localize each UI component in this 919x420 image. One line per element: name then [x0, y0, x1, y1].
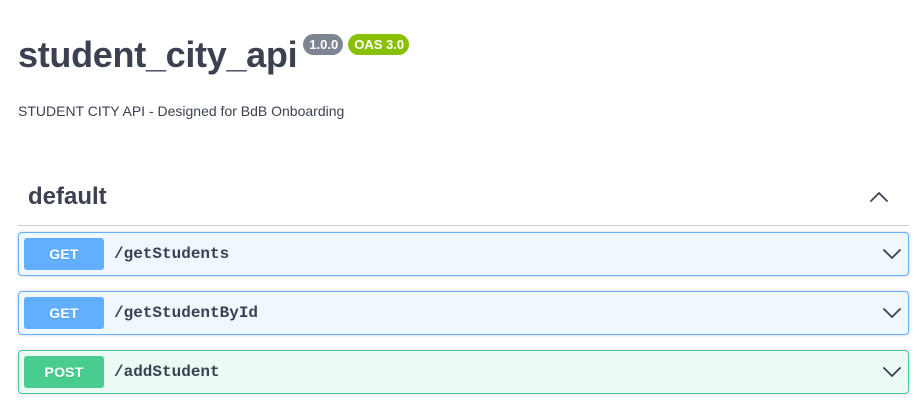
operation-path: /addStudent — [114, 363, 220, 381]
operation-add-student[interactable]: POST /addStudent — [18, 350, 909, 394]
operation-get-students[interactable]: GET /getStudents — [18, 232, 909, 276]
method-badge: GET — [24, 297, 104, 329]
api-description: STUDENT CITY API - Designed for BdB Onbo… — [18, 103, 345, 119]
operation-path: /getStudentById — [114, 304, 259, 322]
title-row: student_city_api 1.0.0 OAS 3.0 — [18, 30, 898, 80]
tag-section-default: default — [18, 168, 909, 226]
api-title: student_city_api — [18, 34, 298, 75]
chevron-down-icon[interactable] — [882, 244, 902, 264]
method-badge: GET — [24, 238, 104, 270]
chevron-down-icon[interactable] — [882, 303, 902, 323]
method-badge: POST — [24, 356, 104, 388]
tag-name: default — [28, 182, 107, 210]
operation-path: /getStudents — [114, 245, 230, 263]
chevron-up-icon[interactable] — [869, 187, 889, 207]
chevron-down-icon[interactable] — [882, 362, 902, 382]
version-badge: 1.0.0 — [303, 34, 344, 55]
operation-get-student-by-id[interactable]: GET /getStudentById — [18, 291, 909, 335]
api-info: student_city_api 1.0.0 OAS 3.0 STUDENT C… — [18, 30, 898, 119]
tag-header[interactable]: default — [18, 168, 909, 226]
oas-version-badge: OAS 3.0 — [348, 34, 410, 55]
